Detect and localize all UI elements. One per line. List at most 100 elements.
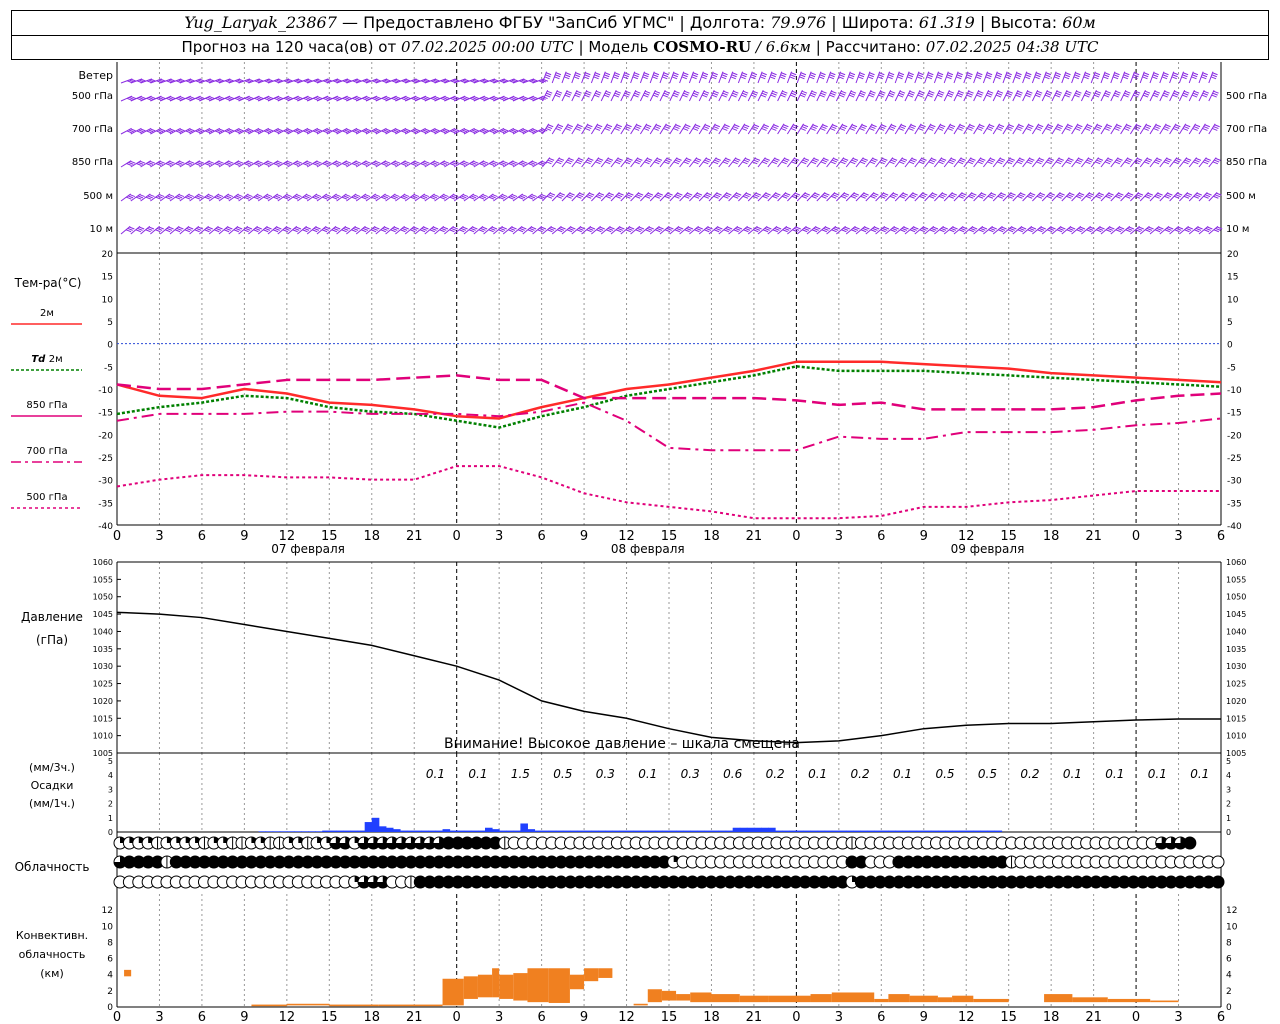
wind-barb <box>1090 123 1103 135</box>
time-tick-label-bottom: 21 <box>746 1010 763 1024</box>
day-label: 09 февраля <box>951 542 1025 556</box>
wind-barb <box>826 89 837 102</box>
wind-barb <box>953 157 966 168</box>
wind-barb <box>541 89 553 102</box>
wind-barb <box>1031 89 1043 102</box>
conv-bar <box>937 997 953 1003</box>
wind-barb <box>933 89 945 102</box>
prec-bar <box>336 830 344 832</box>
day-label: 07 февраля <box>271 542 345 556</box>
wind-barb <box>943 157 957 168</box>
prec-bar <box>619 830 628 832</box>
conv-bar <box>584 968 599 982</box>
time-tick-label-bottom: 12 <box>958 1010 975 1024</box>
prec-3h-label: 0.6 <box>723 767 742 781</box>
prec-bar <box>265 831 274 832</box>
prec-bar <box>456 830 465 832</box>
time-tick-label-bottom: 0 <box>1132 1010 1140 1024</box>
wind-barb <box>1110 71 1120 84</box>
conv-bar <box>676 994 691 1001</box>
wind-barb <box>992 71 1003 84</box>
conv-bar <box>442 978 464 1006</box>
wind-barb <box>875 71 885 84</box>
prec-bar <box>286 831 295 832</box>
conv-bar <box>952 995 974 1003</box>
wind-barb <box>747 89 759 102</box>
wind-barb <box>669 157 682 168</box>
temp-ytick-right: 15 <box>1227 273 1238 283</box>
time-tick-label: 9 <box>580 529 588 544</box>
wind-level-label: 700 гПа <box>72 124 113 135</box>
wind-barb <box>639 123 652 135</box>
wind-barb <box>610 157 623 168</box>
temp-ytick-left: -20 <box>98 431 113 441</box>
wind-barb <box>649 89 661 102</box>
wind-barb <box>1012 157 1025 168</box>
wind-barb <box>806 71 816 84</box>
wind-barb <box>630 123 642 135</box>
conv-ytick-right: 2 <box>1226 987 1232 997</box>
wind-barb <box>551 89 563 102</box>
cloud-symbol <box>1183 836 1197 850</box>
wind-barb <box>620 89 631 102</box>
conv-ytick-left: 2 <box>107 987 113 997</box>
prec-bar <box>937 830 946 832</box>
prec-bar <box>789 830 797 832</box>
wind-barb <box>640 157 653 168</box>
conv-bar <box>513 973 528 1001</box>
wind-barb <box>1149 89 1160 102</box>
time-tick-label-bottom: 15 <box>661 1010 678 1024</box>
wind-barb <box>757 89 768 102</box>
conv-bar <box>1072 997 1108 1003</box>
wind-barb <box>571 157 584 168</box>
conv-bar <box>633 1003 648 1006</box>
wind-barb <box>1139 157 1153 168</box>
wind-barb <box>708 71 718 84</box>
conv-ytick-right: 4 <box>1226 971 1232 981</box>
conv-bar <box>973 998 1009 1003</box>
wind-barb <box>688 89 700 102</box>
legend-850-label: 850 гПа <box>26 400 67 411</box>
conv-subtitle: облачность <box>19 948 86 961</box>
conv-ytick-left: 8 <box>107 938 113 948</box>
wind-barb <box>1071 123 1083 135</box>
prec-bar <box>888 830 896 832</box>
wind-barb <box>669 89 680 102</box>
prec-ytick-left: 5 <box>108 757 113 766</box>
wind-barb <box>610 123 622 135</box>
conv-bar <box>124 969 132 977</box>
wind-barb <box>787 157 800 168</box>
conv-bar <box>874 998 889 1003</box>
temp-ytick-left: -40 <box>98 522 113 532</box>
time-tick-label: 3 <box>495 529 503 544</box>
prec-3h-label: 0.2 <box>766 767 785 781</box>
wind-barb <box>1159 157 1172 168</box>
time-tick-label-bottom: 3 <box>155 1010 163 1024</box>
wind-barb <box>679 89 690 102</box>
wind-barb <box>826 157 839 168</box>
prec-bar <box>555 830 564 832</box>
wind-barb <box>836 157 849 168</box>
wind-barb <box>777 71 787 84</box>
wind-barb <box>561 123 573 135</box>
conv-ytick-right: 10 <box>1226 922 1238 932</box>
wind-barb <box>963 89 974 102</box>
meteogram-chart: Ветер 500 гПа 500 гПа 700 гПа 700 гПа 850 гПа… <box>11 62 1267 1024</box>
time-tick-label-bottom: 0 <box>792 1010 800 1024</box>
prec-bar <box>605 830 613 832</box>
prec-bar <box>753 827 762 832</box>
time-tick-label: 6 <box>1217 529 1225 544</box>
prec-bar <box>428 830 436 832</box>
conv-bar <box>1150 1000 1179 1003</box>
conv-bar <box>329 1004 379 1007</box>
wind-level-label-right: 500 гПа <box>1226 91 1267 102</box>
conv-bar <box>690 992 712 1003</box>
prec-bar <box>909 830 918 832</box>
wind-barb <box>1012 123 1024 135</box>
wind-barb <box>767 157 780 168</box>
wind-barb <box>738 157 751 168</box>
wind-barb <box>1041 157 1055 168</box>
wind-barb <box>816 123 828 135</box>
prec-bar <box>626 830 635 832</box>
wind-barb <box>884 71 895 84</box>
